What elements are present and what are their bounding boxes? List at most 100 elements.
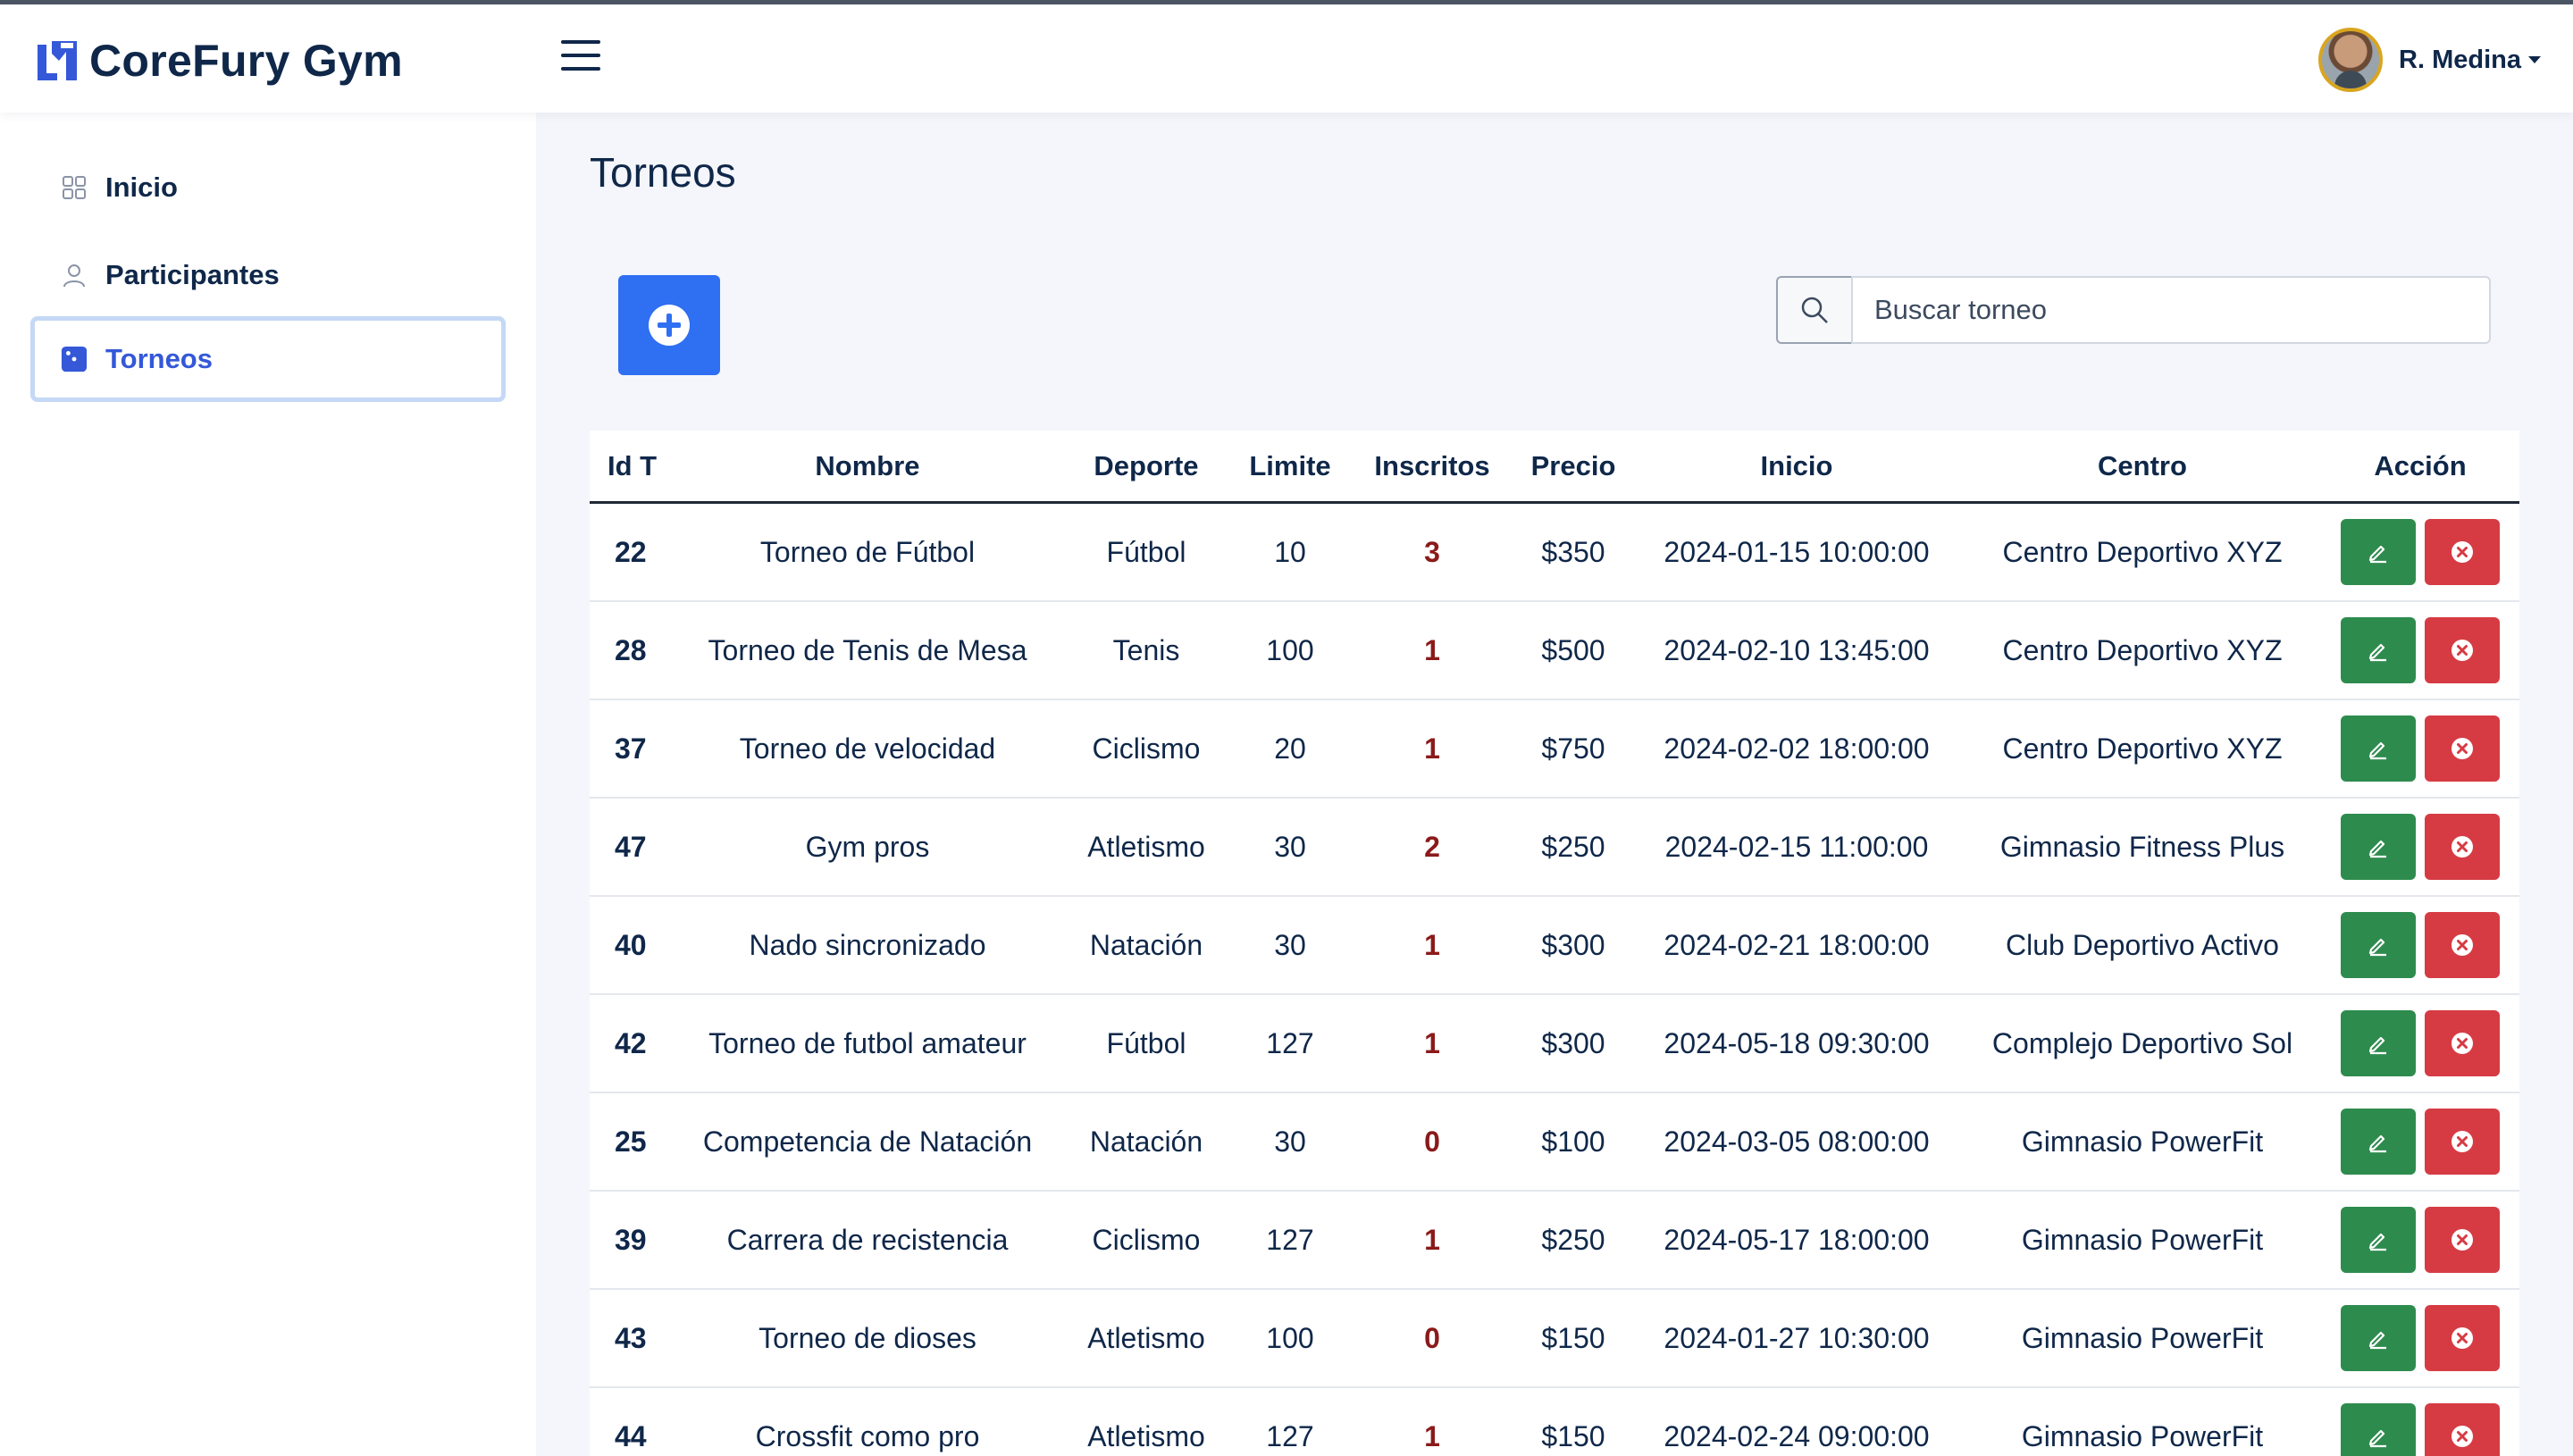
search-input[interactable] [1851,276,2491,344]
edit-pencil-icon [2368,643,2386,662]
edit-button[interactable] [2341,814,2416,880]
delete-button[interactable] [2425,1403,2500,1456]
cell-precio: $250 [1541,1223,1605,1256]
edit-pencil-icon [2368,1134,2386,1153]
column-header-accion: Acción [2374,449,2467,481]
close-circle-icon [2451,836,2473,858]
cell-nombre: Torneo de Tenis de Mesa [708,633,1027,666]
cell-accion [2321,1010,2519,1076]
tournaments-table: Id T Nombre Deporte Limite Inscritos Pre… [590,431,2519,1456]
brand-name: CoreFury Gym [89,36,403,86]
cell-inscritos: 1 [1424,633,1440,666]
delete-button[interactable] [2425,814,2500,880]
edit-button[interactable] [2341,1207,2416,1273]
cell-nombre: Crossfit como pro [755,1419,980,1452]
table-header: Id T Nombre Deporte Limite Inscritos Pre… [590,431,2519,504]
edit-button[interactable] [2341,912,2416,978]
edit-button[interactable] [2341,519,2416,585]
top-navbar: CoreFury Gym R. Medina [0,4,2573,113]
delete-button[interactable] [2425,1207,2500,1273]
column-header-limite: Limite [1249,449,1331,481]
user-menu[interactable]: R. Medina [2318,28,2541,92]
cell-precio: $300 [1541,1026,1605,1059]
edit-pencil-icon [2368,1331,2386,1350]
cell-inicio: 2024-05-17 18:00:00 [1664,1223,1930,1256]
hamburger-icon-line [561,67,600,71]
close-circle-icon [2451,738,2473,759]
cell-deporte: Fútbol [1106,1026,1186,1059]
brand[interactable]: CoreFury Gym [34,35,403,87]
cell-precio: $350 [1541,535,1605,568]
close-circle-icon [2451,1327,2473,1349]
delete-button[interactable] [2425,1010,2500,1076]
cell-centro: Centro Deportivo XYZ [2002,633,2283,666]
page-title: Torneos [590,149,736,196]
cell-id: 37 [615,732,647,765]
edit-button[interactable] [2341,1305,2416,1371]
column-header-precio: Precio [1530,449,1616,481]
close-circle-icon [2451,934,2473,956]
cell-nombre: Torneo de velocidad [739,732,996,765]
cell-inscritos: 0 [1424,1321,1440,1354]
column-header-inicio: Inicio [1760,449,1833,481]
close-circle-icon [2451,640,2473,661]
add-tournament-button[interactable] [618,275,720,375]
cell-deporte: Ciclismo [1092,1223,1201,1256]
close-circle-icon [2451,1131,2473,1152]
cell-deporte: Fútbol [1106,535,1186,568]
cell-id: 44 [615,1419,647,1452]
hamburger-icon [561,40,600,44]
table-row: 28 Torneo de Tenis de Mesa Tenis 100 1 $500 20… [590,602,2519,700]
cell-inscritos: 3 [1424,535,1440,568]
cell-nombre: Torneo de futbol amateur [708,1026,1027,1059]
cell-centro: Gimnasio PowerFit [2021,1125,2264,1158]
table-row: 25 Competencia de Natación Natación 30 0 $100… [590,1093,2519,1192]
menu-toggle-button[interactable] [561,40,602,76]
table-row: 22 Torneo de Fútbol Fútbol 10 3 $350 2024-01-1… [590,504,2519,602]
table-row: 40 Nado sincronizado Natación 30 1 $300 2024-0… [590,897,2519,995]
close-circle-icon [2451,1033,2473,1054]
close-circle-icon [2451,541,2473,563]
column-header-id: Id T [608,449,658,481]
sidebar-item-label: Torneos [105,343,213,374]
edit-button[interactable] [2341,617,2416,683]
edit-button[interactable] [2341,1109,2416,1175]
cell-id: 28 [615,633,647,666]
user-name: R. Medina [2399,45,2521,74]
cell-inicio: 2024-02-15 11:00:00 [1664,830,1929,863]
delete-button[interactable] [2425,912,2500,978]
cell-nombre: Competencia de Natación [702,1125,1033,1158]
cell-precio: $150 [1541,1321,1605,1354]
cell-limite: 127 [1266,1223,1314,1256]
cell-inicio: 2024-01-27 10:30:00 [1664,1321,1930,1354]
search-button[interactable] [1776,276,1851,344]
cell-precio: $100 [1541,1125,1605,1158]
edit-button[interactable] [2341,1403,2416,1456]
delete-button[interactable] [2425,715,2500,782]
cell-centro: Gimnasio Fitness Plus [1999,830,2285,863]
edit-button[interactable] [2341,1010,2416,1076]
cell-accion [2321,912,2519,978]
delete-button[interactable] [2425,1109,2500,1175]
edit-pencil-icon [2368,1429,2386,1448]
cell-deporte: Ciclismo [1092,732,1201,765]
cell-inscritos: 0 [1424,1125,1440,1158]
cell-limite: 100 [1266,633,1314,666]
cell-precio: $500 [1541,633,1605,666]
sidebar-item-torneos[interactable]: Torneos [30,316,506,402]
cell-accion [2321,715,2519,782]
edit-pencil-icon [2368,938,2386,957]
sidebar-item-inicio[interactable]: Inicio [30,145,506,230]
delete-button[interactable] [2425,1305,2500,1371]
edit-pencil-icon [2368,545,2386,564]
cell-accion [2321,519,2519,585]
cell-centro: Centro Deportivo XYZ [2002,732,2283,765]
edit-button[interactable] [2341,715,2416,782]
sidebar-item-participantes[interactable]: Participantes [30,232,506,318]
search-bar [1776,276,2491,344]
table-row: 39 Carrera de recistencia Ciclismo 127 1 $250… [590,1192,2519,1290]
delete-button[interactable] [2425,617,2500,683]
cell-accion [2321,814,2519,880]
caret-down-icon [2528,56,2541,63]
delete-button[interactable] [2425,519,2500,585]
